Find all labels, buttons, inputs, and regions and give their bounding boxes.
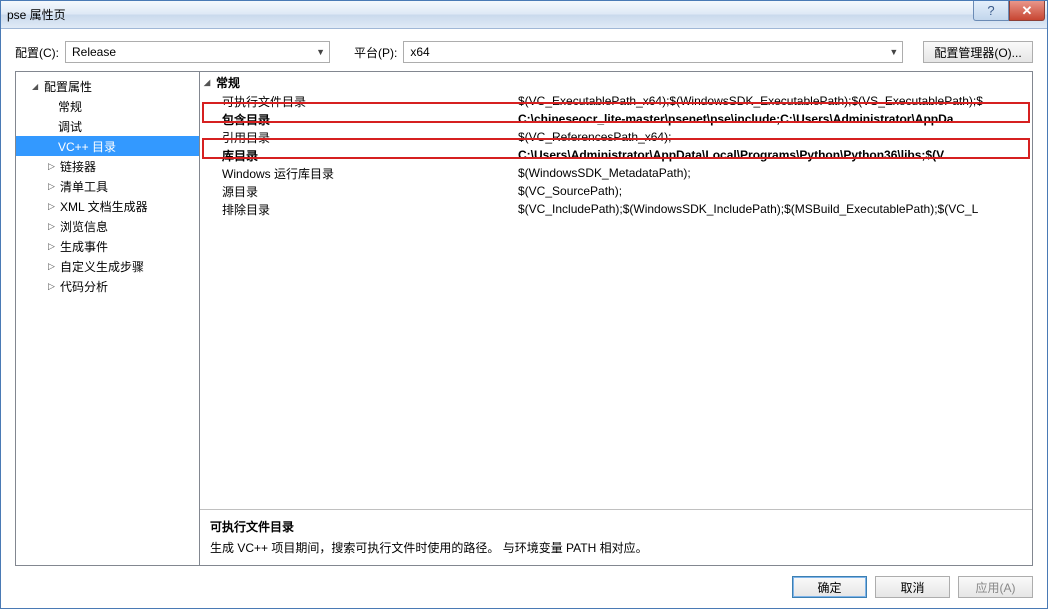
prop-value[interactable]: $(VC_ReferencesPath_x64); bbox=[518, 130, 1032, 144]
tree-root-label: 配置属性 bbox=[44, 78, 92, 95]
prop-row-reference[interactable]: 引用目录 $(VC_ReferencesPath_x64); bbox=[200, 128, 1032, 146]
prop-row-exclude[interactable]: 排除目录 $(VC_IncludePath);$(WindowsSDK_Incl… bbox=[200, 200, 1032, 218]
prop-row-source[interactable]: 源目录 $(VC_SourcePath); bbox=[200, 182, 1032, 200]
tree-expand-icon[interactable] bbox=[32, 81, 42, 92]
main-area: 配置属性 常规 调试 VC++ 目录 链接器 清单工具 XML 文档生成器 浏览… bbox=[15, 71, 1033, 566]
description-title: 可执行文件目录 bbox=[210, 518, 1022, 535]
prop-value[interactable]: $(WindowsSDK_MetadataPath); bbox=[518, 166, 1032, 180]
config-value: Release bbox=[72, 45, 116, 59]
prop-value[interactable]: C:\Users\Administrator\AppData\Local\Pro… bbox=[518, 148, 1032, 162]
config-toolbar: 配置(C): Release ▼ 平台(P): x64 ▼ 配置管理器(O)..… bbox=[15, 41, 1033, 63]
tree-expand-icon[interactable] bbox=[48, 201, 58, 212]
chevron-down-icon: ▼ bbox=[889, 47, 898, 57]
tree-expand-icon[interactable] bbox=[48, 181, 58, 192]
prop-value[interactable]: $(VC_SourcePath); bbox=[518, 184, 1032, 198]
apply-button[interactable]: 应用(A) bbox=[958, 576, 1033, 598]
prop-label: 库目录 bbox=[200, 147, 518, 164]
tree-item-general[interactable]: 常规 bbox=[16, 96, 199, 116]
close-button[interactable]: ✕ bbox=[1009, 1, 1045, 21]
prop-row-library[interactable]: 库目录 C:\Users\Administrator\AppData\Local… bbox=[200, 146, 1032, 164]
prop-value[interactable]: C:\chineseocr_lite-master\psenet\pse\inc… bbox=[518, 112, 1032, 126]
property-group[interactable]: 常规 bbox=[200, 72, 1032, 92]
tree-item-custombuild[interactable]: 自定义生成步骤 bbox=[16, 256, 199, 276]
property-group-label: 常规 bbox=[216, 74, 240, 91]
window-title: pse 属性页 bbox=[7, 6, 973, 23]
prop-label: 可执行文件目录 bbox=[200, 93, 518, 110]
tree-item-codeanalysis[interactable]: 代码分析 bbox=[16, 276, 199, 296]
group-collapse-icon[interactable] bbox=[204, 77, 214, 88]
prop-row-winrt[interactable]: Windows 运行库目录 $(WindowsSDK_MetadataPath)… bbox=[200, 164, 1032, 182]
tree-expand-icon[interactable] bbox=[48, 241, 58, 252]
config-combo[interactable]: Release ▼ bbox=[65, 41, 330, 63]
tree-sidebar: 配置属性 常规 调试 VC++ 目录 链接器 清单工具 XML 文档生成器 浏览… bbox=[15, 71, 200, 566]
platform-combo[interactable]: x64 ▼ bbox=[403, 41, 903, 63]
config-tree: 配置属性 常规 调试 VC++ 目录 链接器 清单工具 XML 文档生成器 浏览… bbox=[16, 72, 199, 300]
prop-row-include[interactable]: 包含目录 C:\chineseocr_lite-master\psenet\ps… bbox=[200, 110, 1032, 128]
tree-expand-icon[interactable] bbox=[48, 281, 58, 292]
tree-item-browseinfo[interactable]: 浏览信息 bbox=[16, 216, 199, 236]
tree-item-debug[interactable]: 调试 bbox=[16, 116, 199, 136]
prop-label: 包含目录 bbox=[200, 111, 518, 128]
chevron-down-icon: ▼ bbox=[316, 47, 325, 57]
prop-label: 源目录 bbox=[200, 183, 518, 200]
content-pane: 常规 可执行文件目录 $(VC_ExecutablePath_x64);$(Wi… bbox=[200, 71, 1033, 566]
tree-expand-icon[interactable] bbox=[48, 161, 58, 172]
prop-value[interactable]: $(VC_IncludePath);$(WindowsSDK_IncludePa… bbox=[518, 202, 1032, 216]
tree-item-buildevents[interactable]: 生成事件 bbox=[16, 236, 199, 256]
tree-expand-icon[interactable] bbox=[48, 221, 58, 232]
tree-root[interactable]: 配置属性 bbox=[16, 76, 199, 96]
property-grid: 常规 可执行文件目录 $(VC_ExecutablePath_x64);$(Wi… bbox=[200, 72, 1032, 509]
window-body: 配置(C): Release ▼ 平台(P): x64 ▼ 配置管理器(O)..… bbox=[1, 29, 1047, 608]
platform-value: x64 bbox=[410, 45, 429, 59]
prop-label: Windows 运行库目录 bbox=[200, 165, 518, 182]
platform-label: 平台(P): bbox=[354, 44, 397, 61]
tree-item-manifest[interactable]: 清单工具 bbox=[16, 176, 199, 196]
tree-item-vcdirs[interactable]: VC++ 目录 bbox=[16, 136, 199, 156]
titlebar[interactable]: pse 属性页 ? ✕ bbox=[1, 1, 1047, 29]
prop-label: 排除目录 bbox=[200, 201, 518, 218]
tree-item-linker[interactable]: 链接器 bbox=[16, 156, 199, 176]
prop-row-executable[interactable]: 可执行文件目录 $(VC_ExecutablePath_x64);$(Windo… bbox=[200, 92, 1032, 110]
titlebar-buttons: ? ✕ bbox=[973, 1, 1047, 28]
description-text: 生成 VC++ 项目期间，搜索可执行文件时使用的路径。 与环境变量 PATH 相… bbox=[210, 539, 1022, 556]
ok-button[interactable]: 确定 bbox=[792, 576, 867, 598]
cancel-button[interactable]: 取消 bbox=[875, 576, 950, 598]
property-page-window: pse 属性页 ? ✕ 配置(C): Release ▼ 平台(P): x64 … bbox=[0, 0, 1048, 609]
description-panel: 可执行文件目录 生成 VC++ 项目期间，搜索可执行文件时使用的路径。 与环境变… bbox=[200, 509, 1032, 565]
close-icon: ✕ bbox=[1022, 3, 1033, 19]
help-button[interactable]: ? bbox=[973, 1, 1009, 21]
prop-value[interactable]: $(VC_ExecutablePath_x64);$(WindowsSDK_Ex… bbox=[518, 94, 1032, 108]
tree-expand-icon[interactable] bbox=[48, 261, 58, 272]
prop-label: 引用目录 bbox=[200, 129, 518, 146]
dialog-footer: 确定 取消 应用(A) bbox=[15, 576, 1033, 598]
config-manager-button[interactable]: 配置管理器(O)... bbox=[923, 41, 1033, 63]
tree-item-xmldoc[interactable]: XML 文档生成器 bbox=[16, 196, 199, 216]
config-label: 配置(C): bbox=[15, 44, 59, 61]
help-icon: ? bbox=[987, 3, 994, 18]
